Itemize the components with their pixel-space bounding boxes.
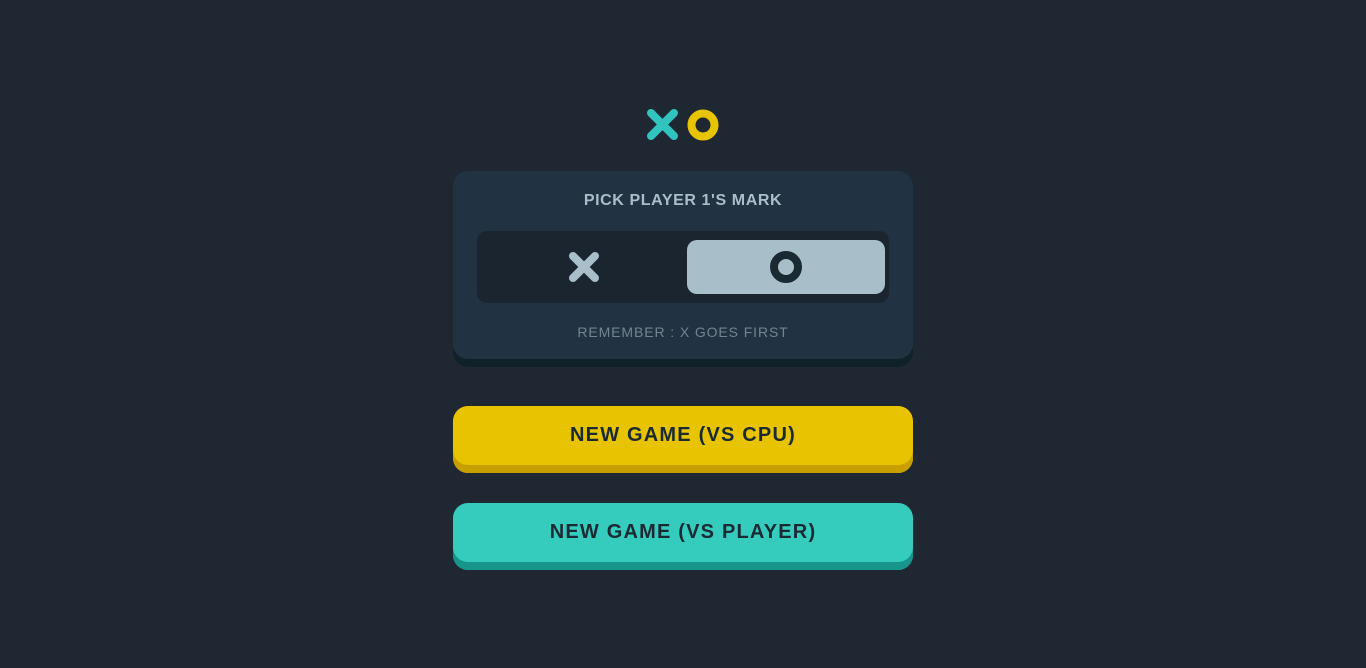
- mark-toggle: [477, 231, 889, 303]
- mark-option-o[interactable]: [687, 240, 885, 294]
- logo-o-icon: [687, 109, 719, 141]
- logo-graphic: [647, 109, 719, 141]
- app-logo: [646, 108, 720, 142]
- o-mark-icon: [770, 251, 802, 283]
- new-game-vs-player-button[interactable]: NEW GAME (VS PLAYER): [453, 503, 913, 570]
- new-game-vs-cpu-button[interactable]: NEW GAME (VS CPU): [453, 406, 913, 473]
- x-mark-icon: [569, 252, 599, 282]
- picker-note: REMEMBER : X GOES FIRST: [577, 324, 789, 340]
- mark-option-x[interactable]: [485, 240, 683, 294]
- mark-picker-card: PICK PLAYER 1'S MARK REMEMBER : X GOES F…: [453, 171, 913, 367]
- logo-x-icon: [647, 109, 678, 140]
- new-game-menu: PICK PLAYER 1'S MARK REMEMBER : X GOES F…: [0, 0, 1366, 668]
- picker-title: PICK PLAYER 1'S MARK: [583, 192, 783, 209]
